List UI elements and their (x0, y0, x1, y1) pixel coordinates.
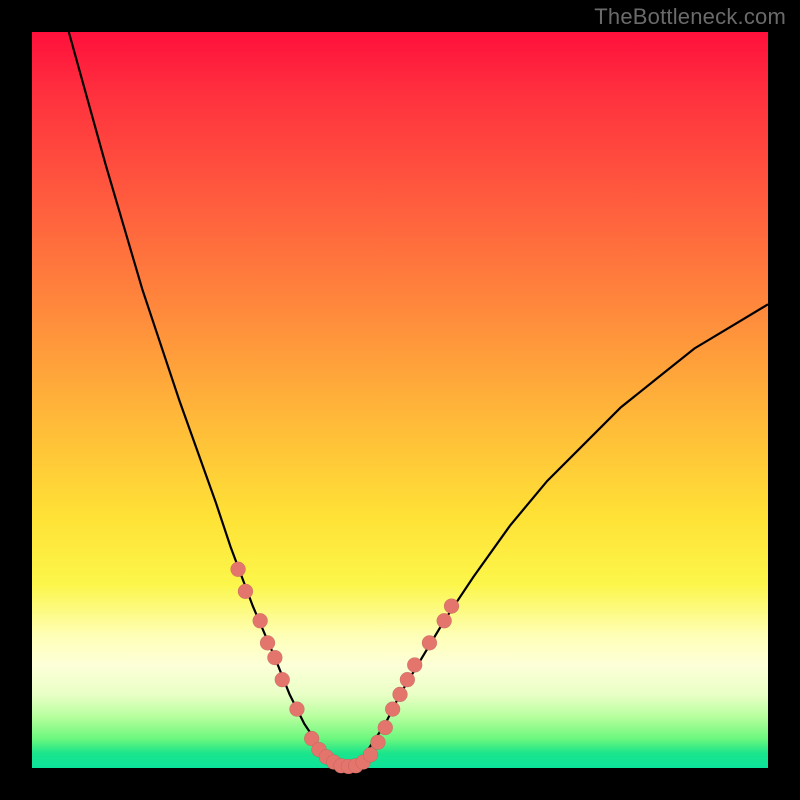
data-marker (275, 672, 290, 687)
curve-right-branch (348, 304, 768, 768)
watermark-text: TheBottleneck.com (594, 4, 786, 30)
data-marker (253, 613, 268, 628)
data-marker (289, 702, 304, 717)
marker-group (231, 562, 459, 774)
data-marker (393, 687, 408, 702)
curve-layer (32, 32, 768, 768)
data-marker (422, 635, 437, 650)
data-marker (238, 584, 253, 599)
chart-frame: TheBottleneck.com (0, 0, 800, 800)
data-marker (385, 702, 400, 717)
data-marker (444, 599, 459, 614)
data-marker (378, 720, 393, 735)
plot-area (32, 32, 768, 768)
data-marker (400, 672, 415, 687)
data-marker (437, 613, 452, 628)
data-marker (407, 657, 422, 672)
data-marker (370, 735, 385, 750)
data-marker (260, 635, 275, 650)
data-marker (231, 562, 246, 577)
data-marker (267, 650, 282, 665)
curve-left-branch (69, 32, 349, 768)
